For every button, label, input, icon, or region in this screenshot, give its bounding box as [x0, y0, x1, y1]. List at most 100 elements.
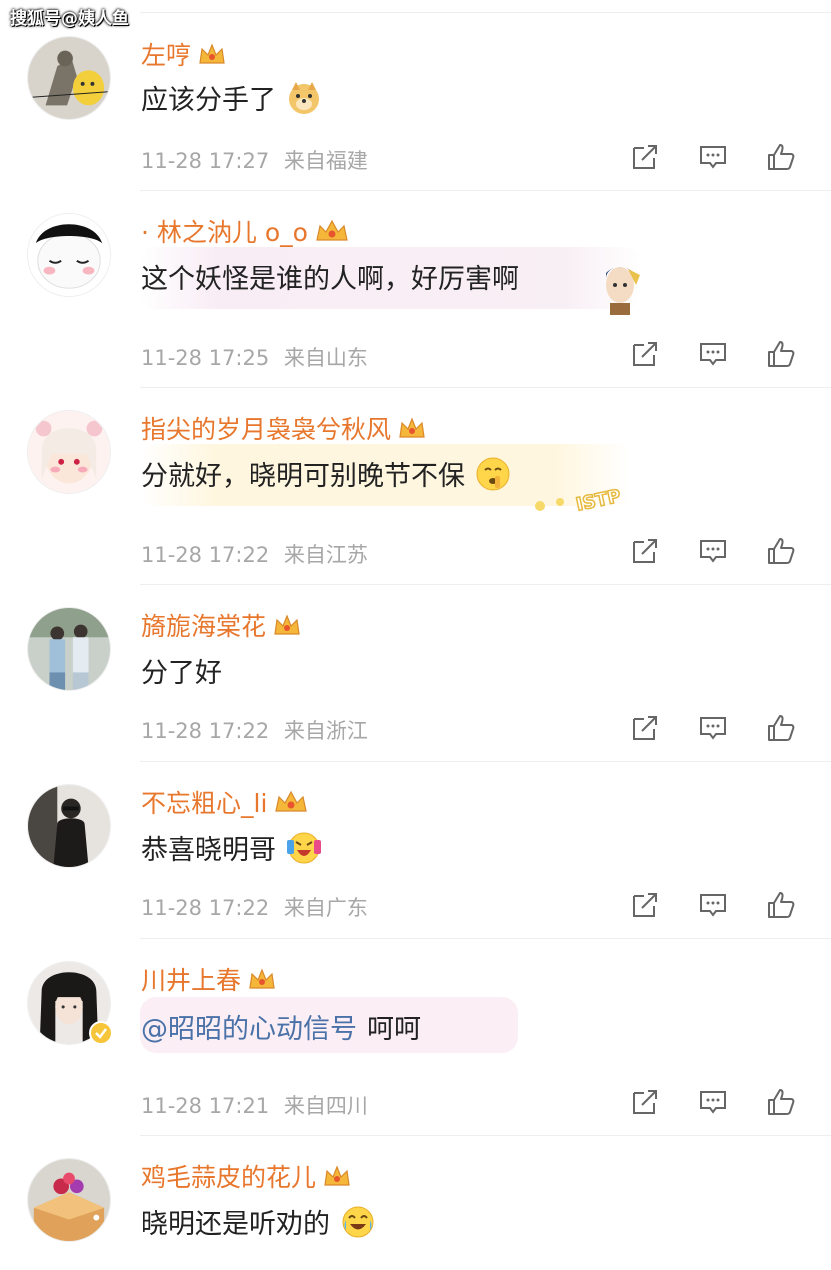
like-icon[interactable] [766, 1087, 796, 1117]
comment-icon[interactable] [698, 536, 728, 566]
username[interactable]: 川井上春 [141, 961, 277, 997]
comment-text: 晓明还是听劝的 [141, 1202, 376, 1241]
crown-badge-icon [322, 1163, 352, 1189]
share-icon[interactable] [630, 890, 660, 920]
comment-time: 11-28 17:27 [141, 149, 270, 173]
comment-time: 11-28 17:25 [141, 346, 270, 370]
comment-icon[interactable] [698, 1087, 728, 1117]
sticker-girl-icon [596, 259, 644, 315]
comment-time: 11-28 17:22 [141, 896, 270, 920]
laugh-cry-emoji-icon [340, 1204, 376, 1240]
crown-badge-icon [247, 966, 277, 992]
username-text: 指尖的岁月袅袅兮秋风 [141, 415, 392, 444]
comment-time: 11-28 17:21 [141, 1094, 270, 1118]
divider [140, 761, 831, 762]
crown-badge-icon [273, 789, 309, 815]
avatar[interactable] [27, 36, 111, 120]
crown-badge-icon [314, 218, 350, 244]
username-text: · 林之汭儿 o_o [141, 218, 308, 247]
comment-text: 分就好，晓明可别晚节不保 [141, 454, 511, 493]
divider [140, 938, 831, 939]
share-icon[interactable] [630, 713, 660, 743]
like-icon[interactable] [766, 142, 796, 172]
username-text: 鸡毛蒜皮的花儿 [141, 1163, 317, 1192]
username[interactable]: 不忘粗心_li [141, 784, 309, 820]
cheer-emoji-icon [286, 830, 322, 866]
username[interactable]: 旖旎海棠花 [141, 607, 302, 643]
username-text: 不忘粗心_li [141, 789, 268, 818]
comment-actions [630, 1087, 796, 1117]
comment-actions [630, 339, 796, 369]
comment-location: 来自广东 [283, 896, 368, 920]
crown-badge-icon [272, 612, 302, 638]
avatar[interactable] [27, 213, 111, 297]
like-icon[interactable] [766, 713, 796, 743]
comment-body: 这个妖怪是谁的人啊，好厉害啊 [141, 264, 519, 295]
divider [140, 584, 831, 585]
comment-text: 这个妖怪是谁的人啊，好厉害啊 [141, 257, 519, 296]
comment-text: 应该分手了 [141, 78, 322, 117]
avatar[interactable] [27, 410, 111, 494]
share-icon[interactable] [630, 142, 660, 172]
share-icon[interactable] [630, 1087, 660, 1117]
username-text: 左哼 [141, 41, 192, 70]
comment-actions [630, 536, 796, 566]
username[interactable]: · 林之汭儿 o_o [141, 213, 350, 249]
share-icon[interactable] [630, 536, 660, 566]
comment-meta: 11-28 17:21 来自四川 [141, 1090, 368, 1120]
username-text: 旖旎海棠花 [141, 612, 267, 641]
avatar[interactable] [27, 607, 111, 691]
like-icon[interactable] [766, 536, 796, 566]
comment-location: 来自山东 [283, 346, 368, 370]
comment-body: 应该分手了 [141, 85, 276, 116]
comment-time: 11-28 17:22 [141, 719, 270, 743]
comment-body: 分了好 [141, 658, 222, 689]
username[interactable]: 左哼 [141, 36, 227, 72]
divider [140, 190, 831, 191]
comment-body: 呵呵 [367, 1014, 421, 1045]
comment-body: 恭喜晓明哥 [141, 835, 276, 866]
comment-meta: 11-28 17:22 来自浙江 [141, 715, 368, 745]
comment-icon[interactable] [698, 142, 728, 172]
avatar[interactable] [27, 1158, 111, 1242]
istp-sticker: ISTP [520, 478, 630, 518]
comment-actions [630, 142, 796, 172]
divider [140, 387, 831, 388]
comment-actions [630, 713, 796, 743]
comment-body: 晓明还是听劝的 [141, 1209, 330, 1240]
like-icon[interactable] [766, 339, 796, 369]
comment-icon[interactable] [698, 713, 728, 743]
comment-meta: 11-28 17:22 来自广东 [141, 892, 368, 922]
watermark: 搜狐号@姨人鱼 [10, 9, 129, 29]
username-text: 川井上春 [141, 966, 242, 995]
comment-text: 分了好 [141, 651, 222, 690]
avatar[interactable] [27, 784, 111, 868]
verified-badge-icon [89, 1021, 113, 1045]
comment-text: 恭喜晓明哥 [141, 828, 322, 867]
comment-meta: 11-28 17:22 来自江苏 [141, 539, 368, 569]
username[interactable]: 指尖的岁月袅袅兮秋风 [141, 410, 427, 446]
comment-meta: 11-28 17:25 来自山东 [141, 342, 368, 372]
share-icon[interactable] [630, 339, 660, 369]
comment-meta: 11-28 17:27 来自福建 [141, 145, 368, 175]
comment-location: 来自四川 [283, 1094, 368, 1118]
comment-location: 来自福建 [283, 149, 368, 173]
crown-badge-icon [397, 415, 427, 441]
comment-time: 11-28 17:22 [141, 543, 270, 567]
comment-icon[interactable] [698, 339, 728, 369]
comment-text: @昭昭的心动信号 呵呵 [141, 1007, 421, 1046]
comment-actions [630, 890, 796, 920]
comment-location: 来自江苏 [283, 543, 368, 567]
divider [140, 1135, 831, 1136]
mention-link[interactable]: @昭昭的心动信号 [141, 1007, 357, 1046]
comment-location: 来自浙江 [283, 719, 368, 743]
comment-body: 分就好，晓明可别晚节不保 [141, 461, 465, 492]
divider [140, 12, 831, 13]
username[interactable]: 鸡毛蒜皮的花儿 [141, 1158, 352, 1194]
crown-badge-icon [197, 41, 227, 67]
shush-emoji-icon [475, 456, 511, 492]
comment-icon[interactable] [698, 890, 728, 920]
doge-emoji-icon [286, 80, 322, 116]
istp-text: ISTP [574, 486, 623, 516]
like-icon[interactable] [766, 890, 796, 920]
